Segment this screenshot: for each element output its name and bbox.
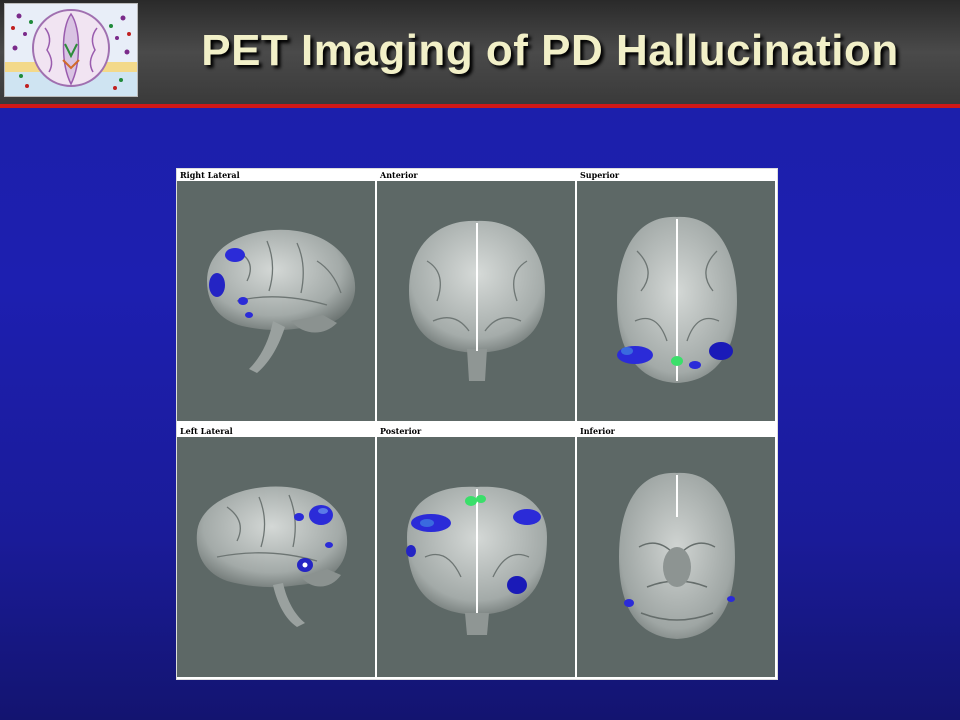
brain-superior-icon bbox=[577, 181, 775, 421]
brain-inferior-icon bbox=[577, 437, 775, 677]
brain-anterior-icon bbox=[377, 181, 575, 421]
panel-label: Inferior bbox=[577, 425, 775, 437]
panel-inferior: Inferior bbox=[577, 425, 775, 677]
panel-label: Left Lateral bbox=[177, 425, 375, 437]
pet-figure: Right Lateral Anterior Superior Left Lat… bbox=[176, 168, 778, 680]
brain-right-lateral-icon bbox=[177, 181, 375, 421]
brain-posterior-icon bbox=[377, 437, 575, 677]
slide-title: PET Imaging of PD Hallucination bbox=[201, 26, 899, 75]
panel-superior: Superior bbox=[577, 169, 775, 421]
panel-label: Right Lateral bbox=[177, 169, 375, 181]
panel-label: Superior bbox=[577, 169, 775, 181]
brain-left-lateral-icon bbox=[177, 437, 375, 677]
brain-section-logo-icon bbox=[4, 3, 138, 97]
panel-left-lateral: Left Lateral bbox=[177, 425, 375, 677]
panel-anterior: Anterior bbox=[377, 169, 575, 421]
header-divider bbox=[0, 104, 960, 108]
panel-right-lateral: Right Lateral bbox=[177, 169, 375, 421]
panel-posterior: Posterior bbox=[377, 425, 575, 677]
panel-label: Anterior bbox=[377, 169, 575, 181]
slide-header: PET Imaging of PD Hallucination bbox=[0, 0, 960, 104]
panel-label: Posterior bbox=[377, 425, 575, 437]
